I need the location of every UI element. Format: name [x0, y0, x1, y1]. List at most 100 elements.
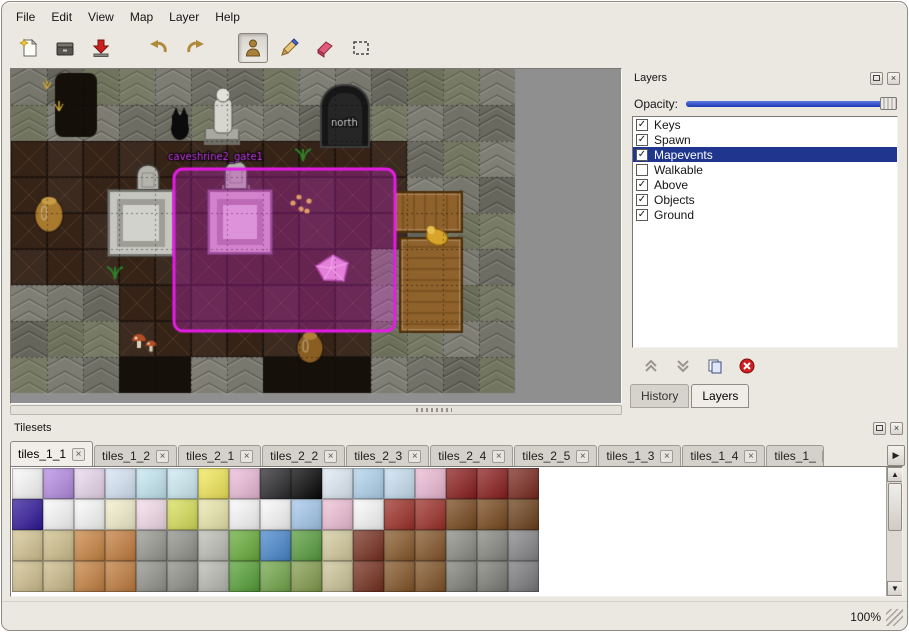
tile-cell[interactable]	[198, 530, 229, 561]
tile-cell[interactable]	[198, 499, 229, 530]
tile-cell[interactable]	[12, 468, 43, 499]
tile-cell[interactable]	[12, 530, 43, 561]
tile-cell[interactable]	[105, 561, 136, 592]
tile-cell[interactable]	[446, 468, 477, 499]
tile-cell[interactable]	[43, 530, 74, 561]
close-tab-icon[interactable]: ×	[576, 450, 589, 463]
tile-cell[interactable]	[322, 561, 353, 592]
layer-visible-checkbox[interactable]	[636, 164, 648, 176]
close-tab-icon[interactable]: ×	[660, 450, 673, 463]
redo-button[interactable]	[180, 33, 210, 63]
tile-cell[interactable]	[229, 561, 260, 592]
tile-cell[interactable]	[260, 530, 291, 561]
layer-row-spawn[interactable]: ✓Spawn	[633, 132, 897, 147]
lower-layer-button[interactable]	[672, 356, 694, 376]
tile-cell[interactable]	[477, 561, 508, 592]
tile-cell[interactable]	[508, 530, 539, 561]
panel-tab-layers[interactable]: Layers	[691, 384, 749, 408]
layer-row-ground[interactable]: ✓Ground	[633, 207, 897, 222]
tileset-tab-tiles_1_1[interactable]: tiles_1_1×	[10, 441, 93, 466]
tile-cell[interactable]	[353, 530, 384, 561]
close-tab-icon[interactable]: ×	[744, 450, 757, 463]
layer-visible-checkbox[interactable]: ✓	[636, 179, 648, 191]
tile-cell[interactable]	[167, 530, 198, 561]
menu-view[interactable]: View	[80, 7, 122, 27]
tile-cell[interactable]	[105, 499, 136, 530]
open-button[interactable]	[50, 33, 80, 63]
close-tab-icon[interactable]: ×	[72, 448, 85, 461]
tile-cell[interactable]	[477, 530, 508, 561]
tile-cell[interactable]	[384, 499, 415, 530]
tile-cell[interactable]	[229, 468, 260, 499]
tile-cell[interactable]	[384, 530, 415, 561]
tile-cell[interactable]	[322, 499, 353, 530]
tile-cell[interactable]	[508, 561, 539, 592]
delete-layer-button[interactable]	[736, 356, 758, 376]
tile-cell[interactable]	[136, 499, 167, 530]
tile-cell[interactable]	[353, 468, 384, 499]
duplicate-layer-button[interactable]	[704, 356, 726, 376]
layer-row-keys[interactable]: ✓Keys	[633, 117, 897, 132]
close-tab-icon[interactable]: ×	[408, 450, 421, 463]
tile-cell[interactable]	[74, 499, 105, 530]
raise-layer-button[interactable]	[640, 356, 662, 376]
tile-cell[interactable]	[415, 561, 446, 592]
map-canvas[interactable]	[11, 69, 621, 403]
tile-cell[interactable]	[260, 499, 291, 530]
save-button[interactable]	[86, 33, 116, 63]
tile-cell[interactable]	[198, 468, 229, 499]
menu-edit[interactable]: Edit	[43, 7, 80, 27]
tileset-tab-tiles_1_2[interactable]: tiles_1_2×	[94, 445, 177, 466]
tileset-tab-tiles_2_2[interactable]: tiles_2_2×	[262, 445, 345, 466]
menu-map[interactable]: Map	[122, 7, 161, 27]
tile-cell[interactable]	[43, 561, 74, 592]
tile-cell[interactable]	[384, 468, 415, 499]
tile-cell[interactable]	[229, 499, 260, 530]
layer-row-walkable[interactable]: Walkable	[633, 162, 897, 177]
tile-cell[interactable]	[260, 468, 291, 499]
eraser-tool-button[interactable]	[310, 33, 340, 63]
layer-visible-checkbox[interactable]: ✓	[636, 149, 648, 161]
menu-file[interactable]: File	[8, 7, 43, 27]
slider-handle[interactable]	[880, 97, 897, 110]
scroll-down-button[interactable]: ▼	[887, 581, 903, 596]
opacity-slider[interactable]	[686, 97, 897, 110]
tile-cell[interactable]	[477, 468, 508, 499]
tile-cell[interactable]	[105, 530, 136, 561]
tile-cell[interactable]	[322, 530, 353, 561]
horizontal-splitter[interactable]	[10, 405, 622, 415]
tile-cell[interactable]	[136, 530, 167, 561]
tile-cell[interactable]	[74, 468, 105, 499]
tile-cell[interactable]	[446, 561, 477, 592]
tile-cell[interactable]	[291, 468, 322, 499]
layer-row-objects[interactable]: ✓Objects	[633, 192, 897, 207]
close-panel-button[interactable]: ×	[890, 422, 903, 435]
map-viewport[interactable]	[10, 68, 622, 404]
menu-layer[interactable]: Layer	[161, 7, 207, 27]
tileset-tab-tiles_2_4[interactable]: tiles_2_4×	[430, 445, 513, 466]
tile-cell[interactable]	[12, 561, 43, 592]
layer-visible-checkbox[interactable]: ✓	[636, 134, 648, 146]
stamp-tool-button[interactable]	[238, 33, 268, 63]
float-panel-button[interactable]	[870, 72, 883, 85]
float-panel-button[interactable]	[873, 422, 886, 435]
close-tab-icon[interactable]: ×	[492, 450, 505, 463]
tab-scroll-right-button[interactable]: ▶	[887, 445, 905, 466]
tile-cell[interactable]	[322, 468, 353, 499]
tile-cell[interactable]	[229, 530, 260, 561]
close-panel-button[interactable]: ×	[887, 72, 900, 85]
layer-visible-checkbox[interactable]: ✓	[636, 119, 648, 131]
tile-cell[interactable]	[415, 530, 446, 561]
close-tab-icon[interactable]: ×	[324, 450, 337, 463]
tileset-tab-tiles_2_1[interactable]: tiles_2_1×	[178, 445, 261, 466]
tile-cell[interactable]	[353, 561, 384, 592]
tile-cell[interactable]	[446, 530, 477, 561]
tile-cell[interactable]	[508, 468, 539, 499]
tile-cell[interactable]	[12, 499, 43, 530]
draw-tool-button[interactable]	[274, 33, 304, 63]
menu-help[interactable]: Help	[207, 7, 248, 27]
tile-cell[interactable]	[353, 499, 384, 530]
layer-row-mapevents[interactable]: ✓Mapevents	[633, 147, 897, 162]
tile-cell[interactable]	[291, 499, 322, 530]
tile-cell[interactable]	[415, 499, 446, 530]
